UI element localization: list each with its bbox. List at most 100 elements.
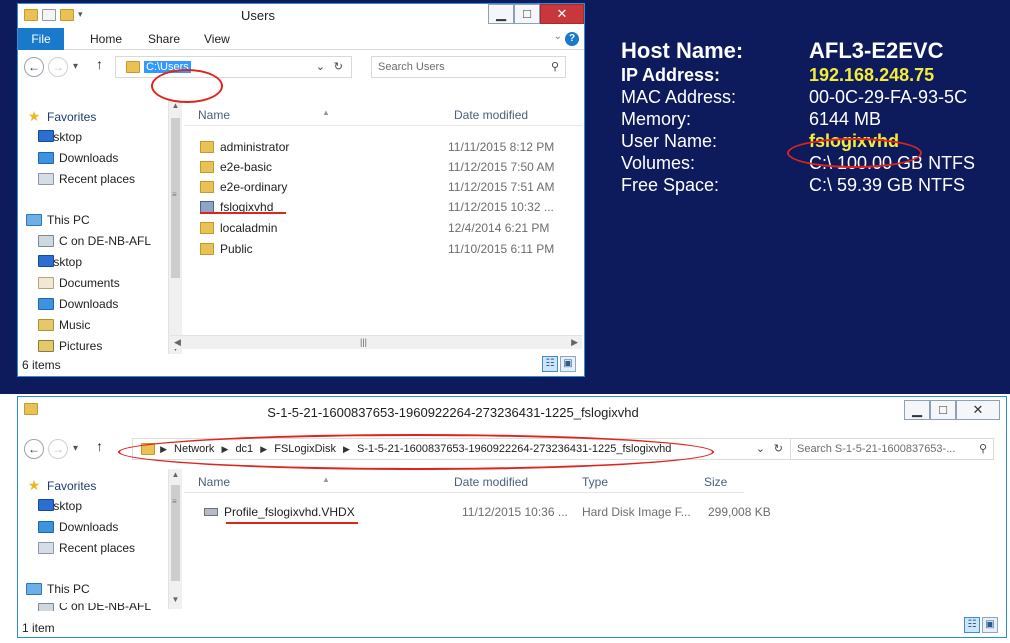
folder-icon <box>200 161 214 173</box>
nav-this-pc[interactable]: This PC <box>26 582 90 596</box>
close-button[interactable]: ✕ <box>540 4 584 24</box>
nav-c-drive[interactable]: C on DE-NB-AFL <box>38 603 151 611</box>
column-type[interactable]: Type <box>582 475 608 489</box>
tab-file[interactable]: File <box>18 28 64 50</box>
vhdx-annotation-underline <box>226 522 358 524</box>
minimize-button[interactable]: ▁ <box>904 400 930 420</box>
column-date-modified[interactable]: Date modified <box>454 108 528 122</box>
column-name[interactable]: Name <box>198 108 230 122</box>
recent-locations-chevron-icon[interactable]: ▾ <box>73 443 78 454</box>
search-placeholder: Search S-1-5-21-1600837653-... <box>797 443 956 455</box>
back-arrow-icon[interactable]: ← <box>24 439 44 459</box>
details-view-icon[interactable]: ☷ <box>542 356 558 372</box>
search-input[interactable]: Search S-1-5-21-1600837653-... ⚲ <box>790 438 994 460</box>
ip-label: IP Address: <box>621 65 721 85</box>
list-item[interactable]: administrator 11/11/2015 8:12 PM <box>200 137 570 158</box>
nav-downloads[interactable]: Downloads <box>38 151 118 165</box>
this-pc-icon <box>26 214 42 226</box>
up-arrow-icon[interactable]: ↑ <box>96 56 103 72</box>
scroll-grip-icon: ||| <box>360 337 368 347</box>
recent-locations-chevron-icon[interactable]: ▾ <box>73 61 78 72</box>
status-bar: 6 items ☷ ▣ <box>18 354 584 374</box>
nav-this-pc[interactable]: This PC <box>26 213 90 227</box>
list-item[interactable]: localadmin 12/4/2014 6:21 PM <box>200 218 570 239</box>
large-icons-view-icon[interactable]: ▣ <box>982 617 998 633</box>
nav-pane-scrollbar[interactable]: ▲ ≡ ▼ <box>168 469 182 609</box>
details-view-icon[interactable]: ☷ <box>964 617 980 633</box>
downloads-icon <box>38 298 54 310</box>
nav-c-drive[interactable]: C on DE-NB-AFL <box>38 234 151 248</box>
close-button[interactable]: ✕ <box>956 400 1000 420</box>
list-item[interactable]: fslogixvhd 11/12/2015 10:32 ... <box>200 197 570 218</box>
scroll-down-icon[interactable]: ▼ <box>169 595 182 604</box>
list-item[interactable]: Profile_fslogixvhd.VHDX 11/12/2015 10:36… <box>204 502 771 523</box>
window-controls: ▁ □ ✕ <box>488 4 584 24</box>
nav-desktop[interactable]: Desktop <box>38 130 82 144</box>
nav-favorites[interactable]: ★ Favorites <box>26 108 97 125</box>
breadcrumb-annotation-circle <box>118 434 714 470</box>
downloads-icon <box>38 521 54 533</box>
fslogixvhd-annotation-underline <box>200 212 286 214</box>
maximize-button[interactable]: □ <box>930 400 956 420</box>
star-icon: ★ <box>27 108 41 124</box>
nav-pane-scrollbar[interactable]: ▲ ≡ ▼ <box>168 100 182 358</box>
mac-label: MAC Address: <box>621 87 737 107</box>
nav-pictures[interactable]: Pictures <box>38 339 102 353</box>
list-item[interactable]: Public 11/10/2015 6:11 PM <box>200 239 570 260</box>
nav-favorites[interactable]: ★ Favorites <box>26 478 97 494</box>
nav-downloads[interactable]: Downloads <box>38 520 118 534</box>
forward-arrow-icon[interactable]: → <box>48 439 68 459</box>
nav-pc-downloads[interactable]: Downloads <box>38 297 118 311</box>
column-date-modified[interactable]: Date modified <box>454 475 528 489</box>
nav-desktop[interactable]: Desktop <box>38 499 82 513</box>
nav-documents[interactable]: Documents <box>38 276 120 290</box>
refresh-icon[interactable]: ↻ <box>334 57 343 77</box>
navigation-bar: ← → ▾ ↑ C:\Users ⌄ ↻ Search Users ⚲ <box>18 51 584 83</box>
nav-recent-places[interactable]: Recent places <box>38 172 135 186</box>
item-date: 12/4/2014 6:21 PM <box>448 221 550 235</box>
help-icon[interactable]: ? <box>565 32 579 46</box>
nav-pc-desktop[interactable]: Desktop <box>38 255 82 269</box>
list-item[interactable]: e2e-ordinary 11/12/2015 7:51 AM <box>200 177 570 198</box>
address-folder-icon <box>126 61 140 74</box>
back-arrow-icon[interactable]: ← <box>24 57 44 77</box>
nav-music[interactable]: Music <box>38 318 90 332</box>
tab-share[interactable]: Share <box>148 32 180 46</box>
folder-icon <box>200 181 214 193</box>
user-name-annotation-circle <box>787 138 922 168</box>
address-annotation-circle <box>151 69 223 103</box>
ip-value: 192.168.248.75 <box>809 65 935 85</box>
sort-ascending-icon: ▲ <box>322 475 330 484</box>
nav-recent-label: Recent places <box>59 541 136 555</box>
horizontal-scrollbar[interactable]: ◀ ||| ▶ <box>170 335 582 349</box>
column-name[interactable]: Name <box>198 475 230 489</box>
search-icon[interactable]: ⚲ <box>551 57 559 77</box>
column-size[interactable]: Size <box>704 475 727 489</box>
address-dropdown-icon[interactable]: ⌄ <box>316 57 325 77</box>
scroll-right-icon[interactable]: ▶ <box>571 337 578 348</box>
ribbon-expand-chevron-icon[interactable]: ⌄ <box>554 31 562 42</box>
pictures-icon <box>38 340 54 352</box>
search-input[interactable]: Search Users ⚲ <box>371 56 566 78</box>
refresh-icon[interactable]: ↻ <box>774 439 783 459</box>
nav-downloads-label: Downloads <box>59 151 119 165</box>
address-dropdown-icon[interactable]: ⌄ <box>756 439 765 459</box>
title-bar[interactable]: ▾ Users ▁ □ ✕ <box>18 4 584 28</box>
nav-recent-places[interactable]: Recent places <box>38 541 135 555</box>
minimize-button[interactable]: ▁ <box>488 4 514 24</box>
up-arrow-icon[interactable]: ↑ <box>96 438 103 454</box>
tab-home[interactable]: Home <box>90 32 122 46</box>
title-bar[interactable]: S-1-5-21-1600837653-1960922264-273236431… <box>18 397 1006 423</box>
large-icons-view-icon[interactable]: ▣ <box>560 356 576 372</box>
item-name: Profile_fslogixvhd.VHDX <box>224 505 355 519</box>
item-name: e2e-ordinary <box>220 180 288 194</box>
maximize-button[interactable]: □ <box>514 4 540 24</box>
scroll-up-icon[interactable]: ▲ <box>169 470 182 479</box>
list-item[interactable]: e2e-basic 11/12/2015 7:50 AM <box>200 157 570 178</box>
scroll-left-icon[interactable]: ◀ <box>174 337 181 348</box>
forward-arrow-icon[interactable]: → <box>48 57 68 77</box>
nav-favorites-label: Favorites <box>47 479 97 493</box>
address-bar[interactable]: C:\Users ⌄ ↻ <box>115 56 352 78</box>
search-icon[interactable]: ⚲ <box>979 439 987 459</box>
tab-view[interactable]: View <box>204 32 230 46</box>
